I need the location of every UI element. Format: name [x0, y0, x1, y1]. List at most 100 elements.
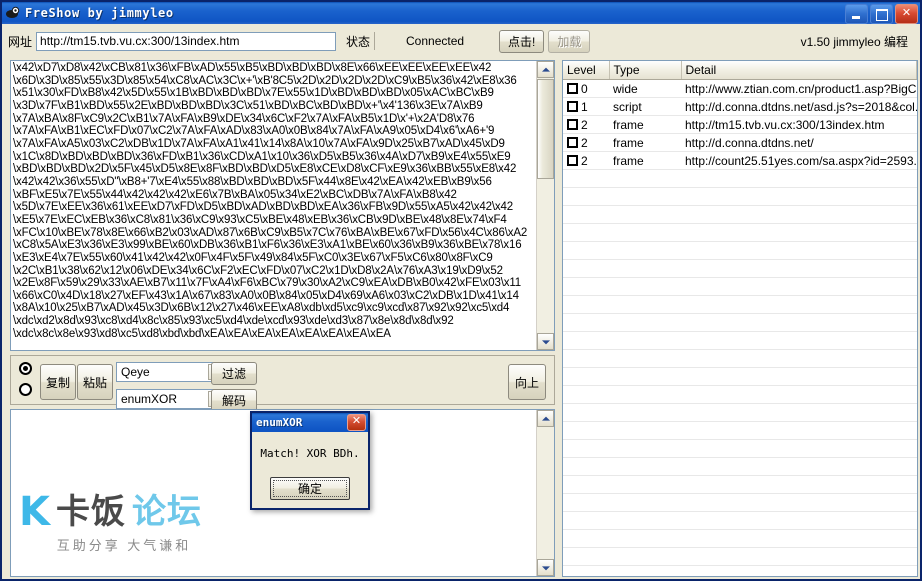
cell-detail: http://d.conna.dtdns.net/asd.js?s=2018&c… [681, 97, 917, 116]
table-row-empty [563, 529, 917, 548]
cell-level: 0 [563, 79, 609, 98]
cell-level: 2 [563, 133, 609, 152]
table-row-empty [563, 259, 917, 278]
output-scroll-down-button[interactable] [537, 559, 554, 576]
minimize-button[interactable] [845, 4, 868, 24]
hex-line: \xdc\xd2\x8d\x93\xc8\xd4\x8c\x85\x93\xc5… [13, 315, 454, 328]
radio-option-bottom[interactable] [19, 383, 32, 396]
table-row[interactable]: 2 frame http://d.conna.dtdns.net/ [563, 133, 917, 152]
hex-line: \x7A\xFA\xB1\xEC\xFD\x07\xC2\x7A\xFA\xAD… [13, 125, 495, 138]
dialog-body: Match! XOR BDh. 确定 [252, 432, 368, 508]
request-list-table: Level Type Detail 0 wide http://www.ztian.… [563, 61, 917, 576]
scroll-up-button[interactable] [537, 61, 554, 78]
close-icon: ✕ [901, 7, 912, 19]
output-scroll-up-button[interactable] [537, 410, 554, 427]
cell-type: frame [609, 151, 681, 170]
row-checkbox[interactable] [567, 118, 578, 130]
radio-option-top[interactable] [19, 362, 32, 375]
hex-line: \xE5\x7E\xEC\xEB\x36\xC8\x81\x36\xC9\x93… [13, 213, 507, 226]
enumxor-dialog: enumXOR ✕ Match! XOR BDh. 确定 [250, 411, 370, 510]
cell-level: 2 [563, 115, 609, 134]
row-checkbox[interactable] [567, 82, 578, 94]
hex-line: \xC8\x5A\xE3\x36\xE3\x99\xBE\x60\xDB\x36… [13, 239, 522, 252]
table-row-empty [563, 439, 917, 458]
column-header-level[interactable]: Level [563, 61, 610, 80]
window-buttons: ✕ [845, 4, 918, 24]
url-label: 网址 [8, 34, 33, 49]
table-row-empty [563, 421, 917, 440]
close-button[interactable]: ✕ [895, 4, 918, 24]
maximize-button[interactable] [870, 4, 893, 24]
watermark-name-1: 卡饭 [56, 493, 126, 531]
table-row-empty [563, 313, 917, 332]
hex-line: \x6D\x3D\x85\x55\x3D\x85\x54\xC8\xAC\x3C… [13, 74, 517, 87]
hex-line: \x66\xC0\x4D\x18\x27\xEF\x43\x1A\x67\x83… [13, 289, 519, 302]
filter-combo[interactable]: Qeye [116, 362, 226, 382]
cell-type: script [609, 97, 681, 116]
hex-line: \x5D\x7E\xEE\x36\x61\xEE\xD7\xFD\xD5\xBD… [13, 201, 514, 214]
table-row[interactable]: 2 frame http://count25.51yes.com/sa.aspx?i… [563, 151, 917, 170]
table-row-empty [563, 475, 917, 494]
hex-line: \x3D\x7F\xB1\xBD\x55\x2E\xBD\xBD\xBD\x3C… [13, 99, 483, 112]
filter-button[interactable]: 过滤 [211, 362, 257, 385]
table-row[interactable]: 1 script http://d.conna.dtdns.net/asd.js?s… [563, 97, 917, 116]
click-button[interactable]: 点击! [499, 29, 545, 53]
hex-line: \x1C\x8D\xBD\xBD\xBD\x36\xFD\xB1\x36\xCD… [13, 150, 511, 163]
url-input[interactable] [36, 31, 337, 51]
scroll-thumb[interactable] [537, 79, 554, 179]
hex-line: \x2C\xB1\x38\x62\x12\x06\xDE\x34\x6C\xF2… [13, 264, 503, 277]
decode-combo[interactable]: enumXOR [116, 389, 226, 409]
column-header-detail[interactable]: Detail [681, 61, 917, 80]
title-bar: FreShow by jimmyleo ✕ [2, 2, 920, 24]
controls-strip: 复制 粘贴 Qeye enumXOR 过滤 解码 向上 [10, 355, 555, 412]
hex-line: \xBF\xE5\x7E\x55\x44\x42\x42\x42\xE6\x7B… [13, 188, 457, 201]
hex-text-panel[interactable]: \x42\xD7\xD8\x42\xCB\x81\x36\xFB\xAD\x55… [10, 60, 555, 351]
up-button[interactable]: 向上 [508, 364, 546, 400]
paste-button[interactable]: 粘贴 [77, 364, 113, 400]
hex-line: \xFC\x10\xBE\x78\x8E\x66\xB2\x03\xAD\x87… [13, 226, 528, 239]
status-value: Connected [374, 32, 496, 50]
dialog-close-icon[interactable]: ✕ [347, 414, 366, 431]
table-row-empty [563, 187, 917, 206]
watermark-logo-icon: K [19, 489, 50, 535]
hex-line: \x7A\xBA\x8F\xC9\x2C\xB1\x7A\xFA\xB9\xDE… [13, 112, 475, 125]
dialog-message: Match! XOR BDh. [260, 447, 360, 460]
cell-level: 1 [563, 97, 609, 116]
table-row-empty [563, 169, 917, 188]
version-label: v1.50 jimmyleo 编程 [800, 34, 908, 49]
copy-button[interactable]: 复制 [40, 364, 76, 400]
toolbar: 网址 状态 Connected 点击! 加载 v1.50 jimmyleo 编程 [2, 24, 920, 56]
scroll-down-button[interactable] [537, 333, 554, 350]
app-icon [5, 5, 21, 21]
watermark: K 卡饭 论坛 互助分享 大气谦和 [19, 489, 229, 554]
table-row-empty [563, 511, 917, 530]
table-row-empty [563, 565, 917, 576]
row-checkbox[interactable] [567, 100, 578, 112]
table-row-empty [563, 493, 917, 512]
table-header-row: Level Type Detail [563, 61, 917, 80]
output-vertical-scrollbar[interactable] [536, 410, 554, 576]
hex-line: \x42\x42\x36\x55\xD"\xB8+'7\xE4\x55\x88\… [13, 175, 492, 188]
table-row-empty [563, 385, 917, 404]
table-row[interactable]: 0 wide http://www.ztian.com.cn/product1.as… [563, 79, 917, 98]
hex-vertical-scrollbar[interactable] [536, 61, 554, 350]
dialog-ok-button[interactable]: 确定 [270, 477, 350, 500]
table-row-empty [563, 547, 917, 566]
hex-line: \x51\x30\xFD\xB8\x42\x5D\x55\x1B\xBD\xBD… [13, 87, 494, 100]
request-list-panel[interactable]: Level Type Detail 0 wide http://www.ztian.… [562, 60, 918, 577]
watermark-tagline: 互助分享 大气谦和 [56, 538, 192, 553]
row-checkbox[interactable] [567, 136, 578, 148]
row-checkbox[interactable] [567, 154, 578, 166]
table-row[interactable]: 2 frame http://tm15.tvb.vu.cx:300/13index.… [563, 115, 917, 134]
hex-text-content[interactable]: \x42\xD7\xD8\x42\xCB\x81\x36\xFB\xAD\x55… [11, 61, 537, 350]
hex-line: \x2E\x8F\x59\x29\x33\xAE\xB7\x11\x7F\xA4… [13, 277, 521, 290]
cell-type: frame [609, 133, 681, 152]
cell-detail: http://www.ztian.com.cn/product1.asp?Big… [681, 79, 917, 98]
table-row-empty [563, 331, 917, 350]
column-header-type[interactable]: Type [609, 61, 682, 80]
hex-line: \x42\xD7\xD8\x42\xCB\x81\x36\xFB\xAD\x55… [13, 62, 492, 74]
cell-detail: http://d.conna.dtdns.net/ [681, 133, 917, 152]
request-list-body: 0 wide http://www.ztian.com.cn/product1.as… [563, 79, 917, 576]
table-row-empty [563, 403, 917, 422]
window-title: FreShow by jimmyleo [25, 6, 174, 20]
